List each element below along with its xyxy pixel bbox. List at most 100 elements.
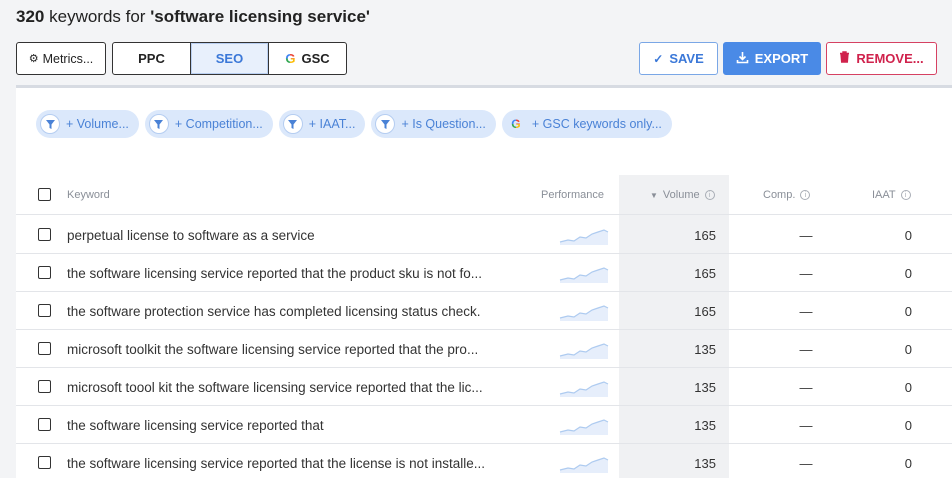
row-checkbox[interactable]: [38, 342, 51, 355]
comp-cell: —: [799, 455, 813, 471]
keyword-cell[interactable]: perpetual license to software as a servi…: [67, 216, 537, 254]
volume-cell: 165: [694, 265, 716, 281]
save-label: SAVE: [669, 51, 704, 66]
keyword-count: 320: [16, 7, 45, 26]
filter-competition[interactable]: + Competition...: [144, 110, 273, 138]
filter-volume[interactable]: + Volume...: [36, 110, 139, 138]
filter-gsc-only-label: + GSC keywords only...: [531, 117, 662, 131]
filter-icon: [375, 114, 396, 134]
comp-cell: —: [799, 341, 813, 357]
table-row[interactable]: the software licensing service reported …: [16, 406, 952, 444]
table-row[interactable]: the software licensing service reported …: [16, 254, 952, 292]
performance-sparkline: [559, 267, 609, 283]
filter-iaat[interactable]: + IAAT...: [278, 110, 366, 138]
google-icon: G: [285, 51, 296, 66]
page-title: 320 keywords for 'software licensing ser…: [16, 7, 370, 27]
comp-cell: —: [799, 227, 813, 243]
column-iaat[interactable]: IAAT i: [872, 175, 911, 215]
filter-is-question-label: + Is Question...: [401, 117, 486, 131]
keywords-for-text: keywords for: [49, 7, 146, 26]
performance-sparkline: [559, 457, 609, 473]
filter-iaat-label: + IAAT...: [308, 117, 356, 131]
export-button[interactable]: EXPORT: [723, 42, 821, 75]
iaat-cell: 0: [904, 303, 912, 319]
volume-cell: 135: [694, 341, 716, 357]
iaat-cell: 0: [904, 227, 912, 243]
remove-label: REMOVE...: [856, 51, 924, 66]
metrics-button[interactable]: ⚙ Metrics...: [16, 42, 106, 75]
filter-volume-label: + Volume...: [66, 117, 129, 131]
remove-button[interactable]: REMOVE...: [826, 42, 937, 75]
metrics-label: Metrics...: [42, 51, 94, 66]
row-checkbox[interactable]: [38, 418, 51, 431]
info-icon[interactable]: i: [900, 190, 911, 200]
filter-bar: + Volume... + Competition... + IAAT... +…: [36, 110, 672, 138]
tab-seo-label: SEO: [215, 51, 244, 66]
row-checkbox[interactable]: [38, 304, 51, 317]
table-row[interactable]: perpetual license to software as a servi…: [16, 216, 952, 254]
volume-cell: 165: [694, 303, 716, 319]
comp-cell: —: [799, 265, 813, 281]
tab-gsc-label: GSC: [301, 51, 330, 66]
filter-icon: [40, 114, 60, 134]
filter-is-question[interactable]: + Is Question...: [371, 110, 496, 138]
iaat-cell: 0: [904, 379, 912, 395]
filter-icon: [282, 114, 303, 134]
save-button[interactable]: ✓ SAVE: [639, 42, 718, 75]
source-tabs: PPC SEO G GSC: [112, 42, 347, 75]
column-volume-label: Volume: [662, 189, 700, 201]
volume-cell: 165: [694, 227, 716, 243]
performance-sparkline: [559, 419, 609, 435]
keywords-panel: + Volume... + Competition... + IAAT... +…: [16, 85, 952, 478]
export-label: EXPORT: [754, 51, 809, 66]
iaat-cell: 0: [904, 341, 912, 357]
column-comp[interactable]: Comp. i: [763, 175, 811, 215]
performance-sparkline: [559, 305, 609, 321]
tab-ppc-label: PPC: [138, 51, 165, 66]
table-row[interactable]: the software licensing service reported …: [16, 444, 952, 478]
filter-gsc-only[interactable]: G + GSC keywords only...: [501, 110, 672, 138]
row-checkbox[interactable]: [38, 228, 51, 241]
select-all-checkbox[interactable]: [38, 188, 51, 201]
tab-ppc[interactable]: PPC: [113, 43, 191, 74]
info-icon[interactable]: i: [800, 190, 811, 200]
table-row[interactable]: microsoft toool kit the software licensi…: [16, 368, 952, 406]
iaat-cell: 0: [904, 417, 912, 433]
sort-desc-icon: ▼: [650, 190, 658, 200]
keyword-cell[interactable]: microsoft toolkit the software licensing…: [67, 330, 537, 368]
query-text: 'software licensing service': [150, 7, 370, 26]
table-row[interactable]: microsoft toolkit the software licensing…: [16, 330, 952, 368]
trash-icon: [839, 51, 850, 66]
filter-icon: [148, 114, 169, 134]
info-icon[interactable]: i: [704, 190, 715, 200]
tab-gsc[interactable]: G GSC: [269, 43, 346, 74]
performance-sparkline: [559, 343, 609, 359]
keyword-cell[interactable]: microsoft toool kit the software licensi…: [67, 368, 537, 406]
iaat-cell: 0: [904, 455, 912, 471]
filter-competition-label: + Competition...: [174, 117, 263, 131]
google-icon: G: [506, 114, 526, 134]
iaat-cell: 0: [904, 265, 912, 281]
volume-cell: 135: [694, 379, 716, 395]
keyword-cell[interactable]: the software licensing service reported …: [67, 406, 537, 444]
volume-cell: 135: [694, 417, 716, 433]
row-checkbox[interactable]: [38, 456, 51, 469]
row-checkbox[interactable]: [38, 380, 51, 393]
comp-cell: —: [799, 417, 813, 433]
keyword-cell[interactable]: the software protection service has comp…: [67, 292, 537, 330]
performance-sparkline: [559, 229, 609, 245]
row-checkbox[interactable]: [38, 266, 51, 279]
table-header: Keyword Performance ▼ Volume i Comp. i I…: [16, 175, 952, 215]
gear-icon: ⚙: [28, 53, 39, 65]
download-icon: [736, 51, 749, 67]
tab-seo[interactable]: SEO: [191, 43, 269, 74]
column-iaat-label: IAAT: [872, 189, 896, 201]
table-row[interactable]: the software protection service has comp…: [16, 292, 952, 330]
keyword-cell[interactable]: the software licensing service reported …: [67, 254, 537, 292]
comp-cell: —: [799, 379, 813, 395]
column-keyword[interactable]: Keyword: [67, 175, 110, 215]
column-volume[interactable]: ▼ Volume i: [650, 175, 715, 215]
keyword-cell[interactable]: the software licensing service reported …: [67, 444, 537, 478]
check-icon: ✓: [653, 51, 664, 66]
volume-cell: 135: [694, 455, 716, 471]
